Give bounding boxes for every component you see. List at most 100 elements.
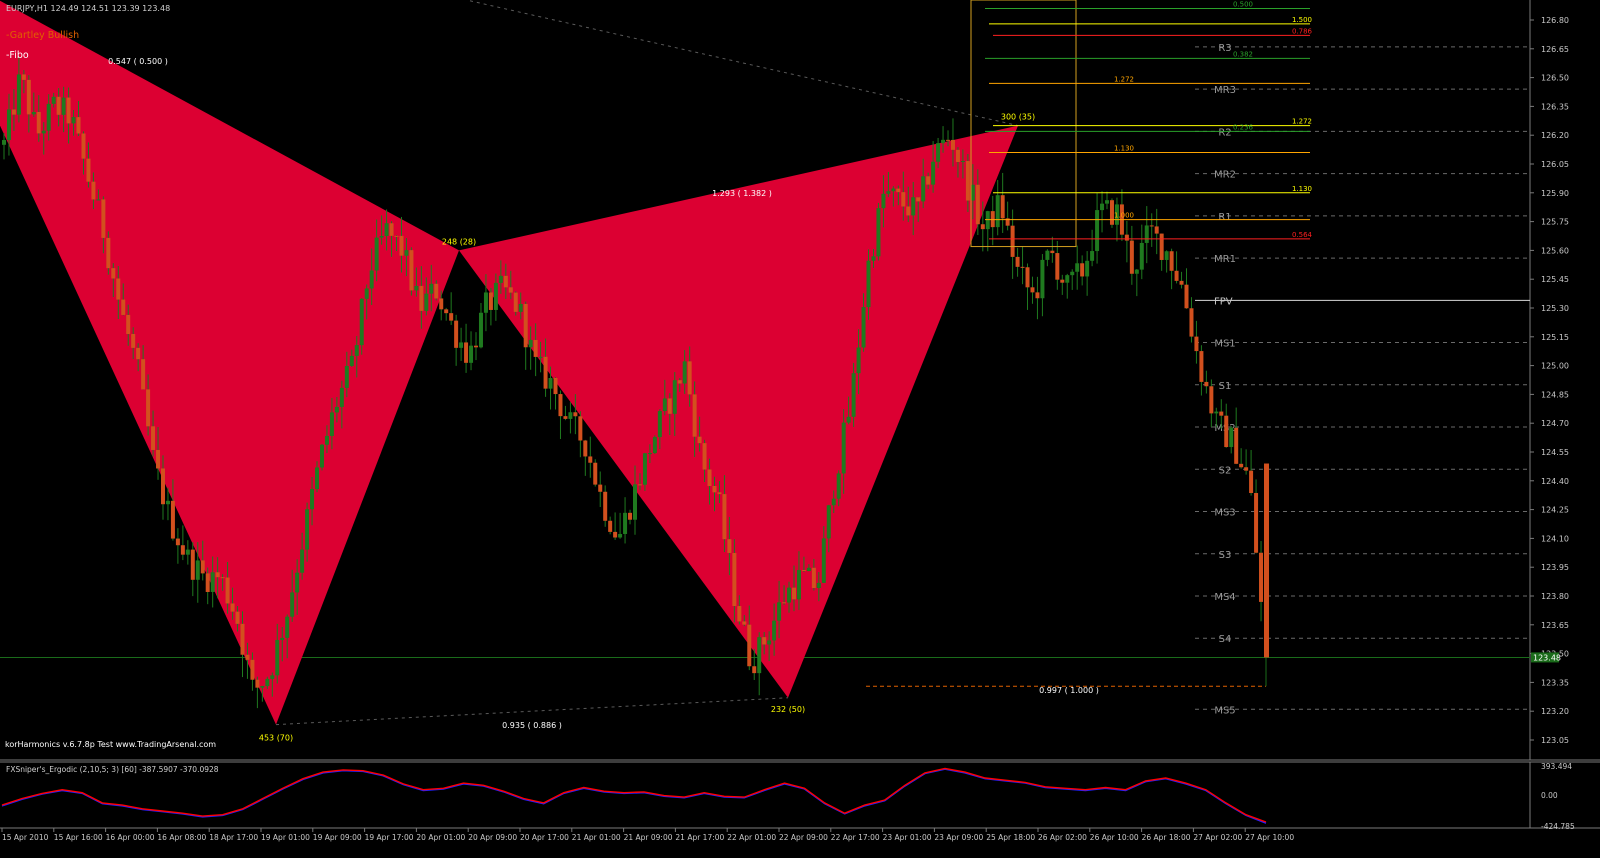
pivot-label: MR1: [1214, 254, 1236, 265]
candle-body: [841, 422, 846, 474]
candle-body: [26, 79, 31, 115]
candle-body: [955, 149, 960, 162]
candle-body: [404, 250, 409, 256]
candle-body: [1184, 284, 1189, 309]
candle-body: [757, 637, 762, 674]
candle-body: [11, 109, 16, 115]
candle-body: [1100, 203, 1105, 211]
candle-body: [871, 256, 876, 261]
candle-body: [364, 288, 369, 299]
candle-body: [861, 307, 866, 348]
price-chart[interactable]: 126.80 126.65 126.50 126.35 126.20 126.05 125.…: [0, 0, 1600, 858]
candle-body: [2, 140, 6, 145]
candle-body: [389, 223, 394, 236]
pivot-label: S4: [1219, 634, 1232, 645]
candle-body: [31, 112, 36, 115]
pattern-point-label: 248 (28): [442, 237, 476, 246]
candle-body: [687, 361, 692, 395]
candle-body: [220, 577, 225, 579]
x-tick-label: 22 Apr 17:00: [831, 833, 880, 842]
candle-body: [434, 283, 439, 299]
y-tick-label: 126.05: [1541, 160, 1569, 169]
candle-body: [1239, 463, 1244, 468]
candle-body: [568, 412, 573, 419]
candle-body: [280, 637, 285, 641]
pattern-ratio-label: 0.935 ( 0.886 ): [502, 721, 562, 730]
y-tick-label: 123.65: [1541, 621, 1569, 630]
candle-body: [275, 640, 280, 676]
candle-body: [91, 181, 96, 200]
candle-body: [573, 412, 578, 417]
candle-body: [255, 679, 260, 688]
candle-body: [290, 592, 295, 617]
fib-label: 1.000: [1114, 212, 1134, 220]
x-tick-label: 20 Apr 17:00: [520, 833, 569, 842]
candle-body: [593, 462, 598, 485]
candle-body: [1139, 242, 1144, 270]
candle-body: [1209, 386, 1214, 414]
candle-body: [175, 538, 180, 546]
candle-body: [801, 570, 806, 572]
candle-body: [1124, 234, 1129, 241]
candle-body: [16, 74, 21, 115]
candle-body: [667, 398, 672, 414]
candle-body: [160, 468, 165, 505]
y-tick-label: 124.10: [1541, 534, 1569, 543]
current-price-label: 123.48: [1533, 653, 1561, 662]
pivot-label: MS3: [1214, 508, 1235, 519]
candle-body: [990, 211, 995, 228]
candle-body: [1159, 233, 1164, 260]
pivot-label: MR3: [1214, 85, 1236, 96]
y-tick-label: 124.40: [1541, 477, 1569, 486]
candle-body: [1154, 226, 1159, 234]
candle-body: [399, 235, 404, 256]
pattern-ratio-label: 1.293 ( 1.382 ): [712, 189, 772, 198]
y-tick-label: 123.35: [1541, 678, 1569, 687]
pattern-point-label: 232 (50): [771, 705, 805, 714]
pattern-ratio-label: 0.547 ( 0.500 ): [108, 57, 168, 66]
x-tick-label: 18 Apr 17:00: [209, 833, 258, 842]
fibo-label[interactable]: -Fibo: [6, 50, 29, 61]
candle-body: [41, 130, 46, 134]
x-tick-label: 16 Apr 00:00: [106, 833, 155, 842]
pattern-name-label[interactable]: -Gartley Bullish: [6, 30, 79, 41]
x-tick-label: 26 Apr 18:00: [1142, 833, 1191, 842]
candle-body: [1169, 251, 1174, 271]
candle-body: [414, 285, 419, 291]
candle-body: [931, 161, 936, 185]
candle-body: [1035, 292, 1040, 299]
x-tick-label: 22 Apr 09:00: [779, 833, 828, 842]
candle-body: [1144, 225, 1149, 243]
candle-body: [305, 509, 310, 550]
pivot-label: MR2: [1214, 170, 1236, 181]
candle-body: [1085, 260, 1090, 277]
candle-body: [876, 208, 881, 257]
candle-body: [300, 549, 305, 573]
x-tick-label: 21 Apr 09:00: [624, 833, 673, 842]
x-tick-label: 15 Apr 2010: [2, 833, 49, 842]
candle-body: [508, 287, 513, 293]
candle-body: [215, 572, 220, 578]
candle-body: [409, 250, 414, 291]
candle-body: [553, 377, 558, 395]
candle-body: [538, 356, 543, 358]
candle-body: [449, 313, 454, 321]
candle-body: [444, 309, 449, 314]
y-tick-label: 123.05: [1541, 736, 1569, 745]
candle-body: [96, 199, 101, 201]
candle-body: [1055, 253, 1060, 280]
candle-body: [821, 538, 826, 583]
candle-body: [995, 195, 1000, 228]
candle-body: [46, 103, 51, 131]
candle-body: [354, 345, 359, 356]
watermark-text: korHarmonics v.6.7.8p Test www.TradingAr…: [5, 740, 216, 749]
candle-body: [662, 398, 667, 412]
candle-body: [787, 587, 792, 603]
candle-body: [1204, 381, 1209, 387]
last-candle-body: [1264, 463, 1269, 658]
candle-body: [483, 292, 488, 313]
candle-body: [633, 484, 637, 520]
candle-body: [1214, 411, 1219, 414]
fib-label: 1.130: [1292, 185, 1312, 193]
pivot-label: S2: [1219, 465, 1232, 476]
